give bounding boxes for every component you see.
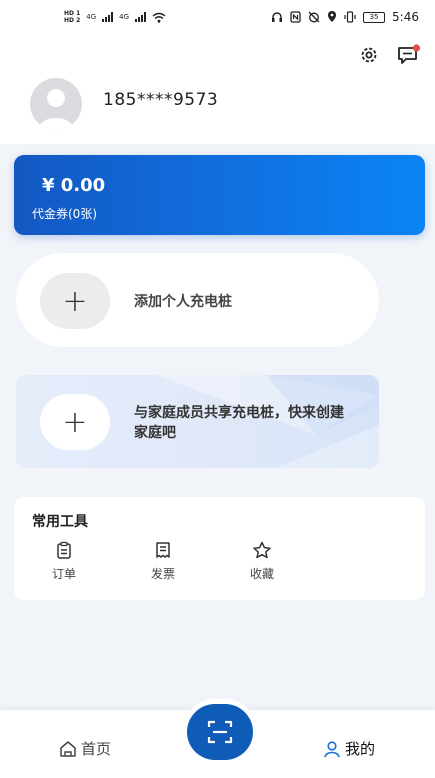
clock: 5:46 [392,10,419,24]
gear-icon [361,47,377,63]
create-family-card[interactable]: + 与家庭成员共享充电桩，快来创建家庭吧 [16,375,379,468]
plus-icon: + [40,273,110,329]
balance-amount: ¥ 0.00 [42,175,106,196]
signal-icon [102,12,114,22]
common-tools-card: 常用工具 订单 发票 收藏 [14,497,425,600]
hd-indicator: HD 1 HD 2 [64,10,81,24]
user-icon [324,740,340,757]
tool-orders-label: 订单 [51,567,76,581]
nav-mine-label: 我的 [345,740,376,758]
settings-button[interactable] [356,42,382,68]
location-icon [328,11,337,22]
avatar[interactable] [30,78,82,130]
tool-invoice-label: 发票 [150,567,175,581]
default-avatar-icon [38,89,74,130]
wifi-icon [152,12,166,23]
alarm-off-icon [308,11,320,23]
tool-favorites[interactable]: 收藏 [232,541,292,582]
add-personal-pile-card[interactable]: + 添加个人充电桩 [16,253,379,347]
add-personal-pile-label: 添加个人充电桩 [134,294,232,310]
balance-card[interactable]: ¥ 0.00 代金券(0张) [14,155,425,235]
scan-icon [207,720,233,744]
signal-icon-2 [135,12,147,22]
nav-home[interactable]: 首页 [59,738,111,759]
receipt-icon [156,542,170,558]
star-icon [253,541,271,559]
network-label-2: 4G [119,13,130,21]
tools-title: 常用工具 [32,514,88,530]
battery-icon: 35 [363,11,386,23]
tool-orders[interactable]: 订单 [34,541,94,582]
nav-mine[interactable]: 我的 [323,738,375,759]
vibrate-icon [344,11,356,23]
nfc-icon [290,11,301,23]
headphones-icon [272,12,283,22]
plus-icon: + [40,394,110,450]
clipboard-icon [57,541,71,559]
phone-number: 185****9573 [103,90,219,110]
nav-home-label: 首页 [81,740,112,758]
message-button[interactable] [396,42,422,68]
network-label-1: 4G [86,13,97,21]
profile-header: 185****9573 [0,38,435,144]
status-signal-group: HD 1 HD 2 4G 4G [64,10,166,24]
home-icon [60,740,76,757]
create-family-label: 与家庭成员共享充电桩，快来创建家庭吧 [134,405,344,441]
voucher-count[interactable]: 代金券(0张) [32,205,97,222]
status-right-group: 35 5:46 [271,10,419,24]
tool-favorites-label: 收藏 [249,567,274,581]
scan-button[interactable] [187,704,253,760]
status-bar: HD 1 HD 2 4G 4G 35 5:46 [0,0,435,38]
message-icon [398,44,421,64]
tool-invoice[interactable]: 发票 [133,541,193,582]
